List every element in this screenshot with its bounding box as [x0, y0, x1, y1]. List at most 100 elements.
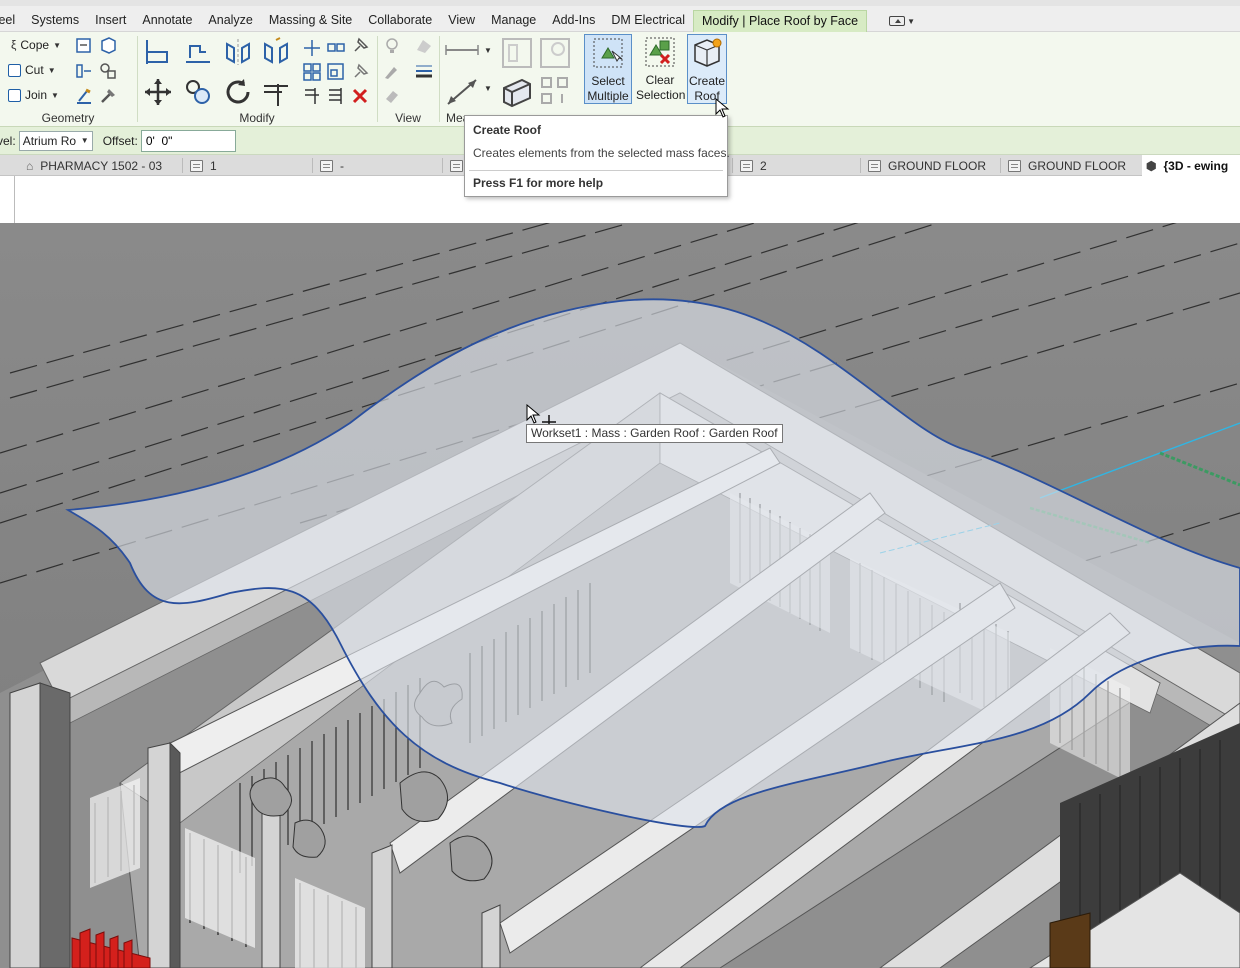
menu-tab-steel[interactable]: teel	[0, 10, 23, 32]
delete-icon[interactable]	[350, 86, 370, 106]
menu-bar: teel Systems Insert Annotate Analyze Mas…	[0, 0, 1240, 32]
join-button[interactable]: Join ▼	[8, 88, 59, 102]
chevron-down-icon: ▼	[53, 40, 61, 50]
floor-plan-icon	[868, 159, 881, 172]
offset-icon[interactable]	[182, 36, 214, 68]
mouse-pointer-icon	[526, 404, 541, 424]
quick-access-toolbar	[0, 0, 1240, 6]
paint-brush-icon[interactable]	[74, 86, 94, 106]
pin-icon[interactable]	[350, 36, 370, 56]
view-tab-ground-floor-1[interactable]: GROUND FLOOR	[864, 155, 986, 176]
menu-tab-analyze[interactable]: Analyze	[200, 10, 260, 32]
aligned-dimension-icon[interactable]	[444, 76, 480, 108]
view-tab-pharmacy[interactable]: ⌂ PHARMACY 1502 - 03	[22, 155, 162, 176]
join-icon	[8, 88, 21, 102]
split-face-icon[interactable]	[74, 36, 94, 56]
chevron-down-icon: ▼	[80, 136, 89, 145]
mirror-draw-axis-icon[interactable]	[260, 36, 292, 68]
menu-tab-add-ins[interactable]: Add-Ins	[544, 10, 603, 32]
3d-viewport[interactable]	[0, 223, 1240, 968]
hammer-icon[interactable]	[98, 86, 118, 106]
view-tab-dash[interactable]: -	[316, 155, 344, 176]
ribbon-display-dropdown[interactable]: ▼	[881, 10, 923, 32]
offset-input[interactable]	[140, 129, 236, 152]
hide-in-view-icon[interactable]	[414, 36, 434, 56]
menu-tabs: teel Systems Insert Annotate Analyze Mas…	[0, 10, 923, 32]
array-icon[interactable]	[302, 62, 322, 82]
chevron-down-icon: ▼	[907, 16, 915, 26]
chevron-down-icon: ▼	[47, 65, 56, 75]
clear-selection-button[interactable]: Clear Selection	[636, 34, 685, 104]
menu-tab-view[interactable]: View	[440, 10, 483, 32]
wall-joins-icon[interactable]	[74, 61, 94, 81]
clear-selection-icon	[645, 37, 675, 67]
panel-view: View	[378, 32, 438, 127]
copy-icon[interactable]	[182, 76, 214, 108]
menu-tab-dm-electrical[interactable]: DM Electrical	[603, 10, 693, 32]
panel-modify: Modify	[138, 32, 376, 127]
view-tab-1[interactable]: 1	[186, 155, 217, 176]
menu-tab-systems[interactable]: Systems	[23, 10, 87, 32]
scale-icon[interactable]	[326, 62, 346, 82]
view-tab-ground-floor-2[interactable]: GROUND FLOOR	[1004, 155, 1126, 176]
cut-icon	[8, 63, 21, 77]
move-small-icon[interactable]	[302, 38, 322, 58]
panel-measure: ▼ ▼ Mea	[440, 32, 500, 127]
menu-tab-manage[interactable]: Manage	[483, 10, 544, 32]
menu-tab-massing-site[interactable]: Massing & Site	[261, 10, 360, 32]
select-multiple-button[interactable]: Select Multiple	[584, 34, 632, 104]
demolish-icon[interactable]	[98, 61, 118, 81]
paint-icon[interactable]	[98, 36, 118, 56]
copy-small-icon[interactable]	[326, 38, 346, 58]
menu-tab-insert[interactable]: Insert	[87, 10, 134, 32]
tooltip-title: Create Roof	[473, 123, 542, 137]
3d-view-icon: ⬢	[1146, 158, 1157, 173]
view-icon	[450, 159, 463, 172]
filter-eraser-icon[interactable]	[382, 86, 402, 106]
menu-tab-collaborate[interactable]: Collaborate	[360, 10, 440, 32]
view-icon	[190, 159, 203, 172]
tooltip-divider	[469, 170, 723, 171]
trim-multiple-icon[interactable]	[326, 86, 346, 106]
panel-label-modify: Modify	[239, 111, 275, 125]
select-multiple-icon	[593, 38, 623, 68]
chevron-down-icon[interactable]: ▼	[484, 84, 492, 93]
view-tab-hidden[interactable]	[446, 155, 463, 176]
unpin-icon[interactable]	[350, 62, 370, 82]
create-group-icon[interactable]	[538, 36, 572, 70]
create-roof-icon	[692, 38, 722, 68]
panel-create	[500, 32, 580, 127]
model-drawing	[0, 223, 1240, 968]
level-value: Atrium Ro	[22, 133, 77, 148]
mirror-pick-axis-icon[interactable]	[222, 36, 254, 68]
override-graphics-icon[interactable]	[382, 36, 402, 56]
create-similar-icon[interactable]	[500, 36, 534, 70]
menu-tab-modify-place-roof[interactable]: Modify | Place Roof by Face	[692, 10, 868, 32]
cut-button[interactable]: Cut ▼	[8, 63, 56, 77]
view-tab-3d-ewing[interactable]: ⬢ {3D - ewing	[1142, 155, 1240, 176]
view-tab-2[interactable]: 2	[736, 155, 767, 176]
measure-distance-icon[interactable]	[444, 40, 480, 60]
tooltip-description: Creates elements from the selected mass …	[473, 146, 730, 160]
create-assembly-icon[interactable]	[538, 74, 572, 108]
trim-extend-corner-icon[interactable]	[260, 76, 292, 108]
element-hover-tooltip: Workset1 : Mass : Garden Roof : Garden R…	[526, 424, 783, 443]
align-icon[interactable]	[142, 36, 174, 68]
move-icon[interactable]	[142, 76, 174, 108]
mouse-pointer-icon	[715, 98, 730, 118]
cope-icon: ξ	[11, 38, 17, 52]
level-select[interactable]: Atrium Ro ▼	[18, 130, 93, 151]
floor-plan-icon	[1008, 159, 1021, 172]
chevron-down-icon: ▼	[51, 90, 59, 100]
trim-single-icon[interactable]	[302, 86, 322, 106]
menu-tab-annotate[interactable]: Annotate	[134, 10, 200, 32]
rotate-icon[interactable]	[222, 76, 254, 108]
line-weights-icon[interactable]	[414, 61, 434, 81]
create-roof-button[interactable]: Create Roof	[687, 34, 727, 104]
create-parts-icon[interactable]	[500, 74, 534, 108]
linework-icon[interactable]	[382, 61, 402, 81]
cope-button[interactable]: ξ Cope ▼	[11, 38, 61, 52]
chevron-down-icon[interactable]: ▼	[484, 46, 492, 55]
panel-label-view: View	[395, 111, 421, 125]
view-icon	[740, 159, 753, 172]
